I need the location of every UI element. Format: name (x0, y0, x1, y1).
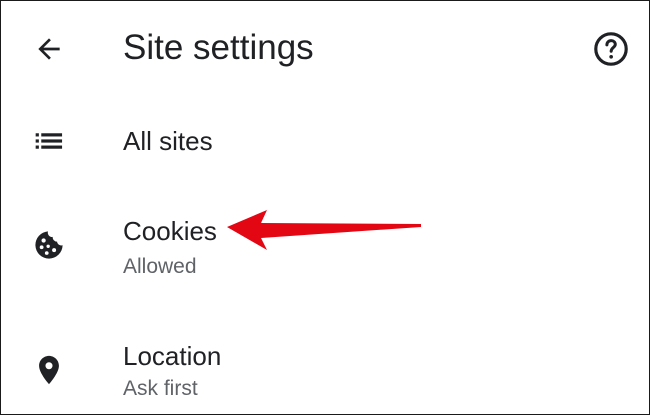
list-item-all-sites[interactable]: All sites (1, 111, 649, 173)
help-button[interactable] (585, 23, 637, 75)
back-button[interactable] (23, 23, 75, 75)
site-settings-screen: Site settings All sites Cookies Allowed … (0, 0, 650, 415)
list-item-label: Location (123, 341, 222, 371)
list-item-status: Allowed (123, 255, 197, 278)
list-item-status: Ask first (123, 377, 198, 400)
location-pin-icon (25, 345, 73, 395)
app-bar: Site settings (1, 1, 649, 97)
list-item-location[interactable]: Location Ask first (1, 323, 649, 414)
page-title: Site settings (123, 28, 314, 67)
list-icon (25, 119, 73, 163)
list-item-cookies[interactable]: Cookies Allowed (1, 197, 649, 297)
arrow-back-icon (38, 38, 60, 60)
list-item-label: Cookies (123, 216, 217, 246)
list-item-label: All sites (123, 126, 213, 156)
cookie-icon (25, 221, 73, 269)
help-circle-icon (594, 32, 628, 66)
